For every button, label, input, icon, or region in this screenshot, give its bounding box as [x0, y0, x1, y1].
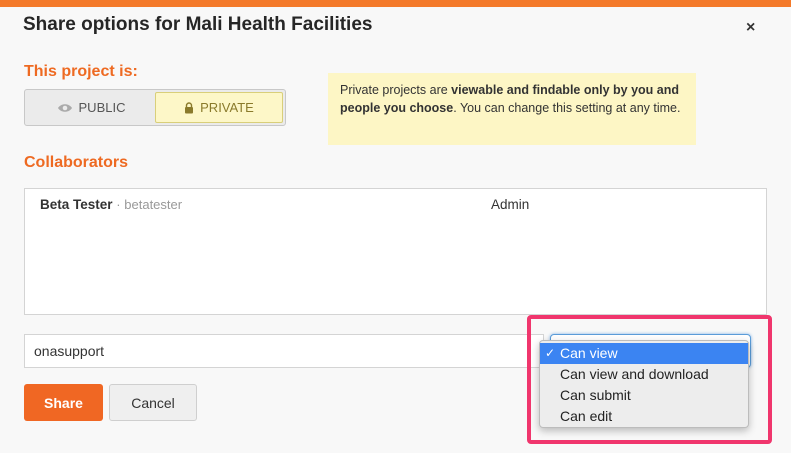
option-label: Can edit — [560, 408, 613, 424]
username-input[interactable] — [24, 334, 544, 368]
private-option[interactable]: PRIVATE — [155, 92, 283, 123]
public-option[interactable]: PUBLIC — [27, 92, 155, 123]
collaborator-row: Beta Tester · betatester — [40, 197, 182, 212]
cancel-button[interactable]: Cancel — [109, 384, 197, 421]
option-can-submit[interactable]: Can submit — [540, 385, 748, 406]
privacy-heading: This project is: — [24, 63, 138, 80]
eye-icon — [57, 103, 73, 113]
privacy-hint: Private projects are viewable and findab… — [328, 73, 696, 145]
collaborator-username: betatester — [124, 197, 183, 212]
collaborators-heading: Collaborators — [24, 154, 129, 171]
private-label: PRIVATE — [200, 100, 254, 115]
permission-dropdown-menu[interactable]: ✓ Can view Can view and download Can subm… — [539, 340, 749, 428]
checkmark-icon: ✓ — [545, 346, 556, 360]
hint-text-end: . You can change this setting at any tim… — [453, 101, 681, 115]
collaborator-name: Beta Tester — [40, 197, 113, 212]
option-can-view[interactable]: ✓ Can view — [540, 343, 748, 364]
collaborator-role: Admin — [491, 197, 530, 212]
option-label: Can view — [560, 345, 618, 361]
top-accent-bar — [0, 0, 791, 7]
option-label: Can submit — [560, 387, 631, 403]
hint-text: Private projects are — [340, 83, 452, 97]
modal-title: Share options for Mali Health Facilities — [23, 14, 373, 35]
public-label: PUBLIC — [78, 100, 126, 115]
close-icon[interactable]: × — [746, 19, 755, 37]
privacy-toggle: PUBLIC PRIVATE — [24, 89, 286, 126]
share-button[interactable]: Share — [24, 384, 103, 421]
lock-icon — [184, 101, 194, 114]
separator-dot: · — [116, 197, 121, 212]
option-can-edit[interactable]: Can edit — [540, 406, 748, 427]
option-label: Can view and download — [560, 366, 709, 382]
collaborators-list: Beta Tester · betatester Admin — [24, 188, 767, 315]
option-can-view-and-download[interactable]: Can view and download — [540, 364, 748, 385]
